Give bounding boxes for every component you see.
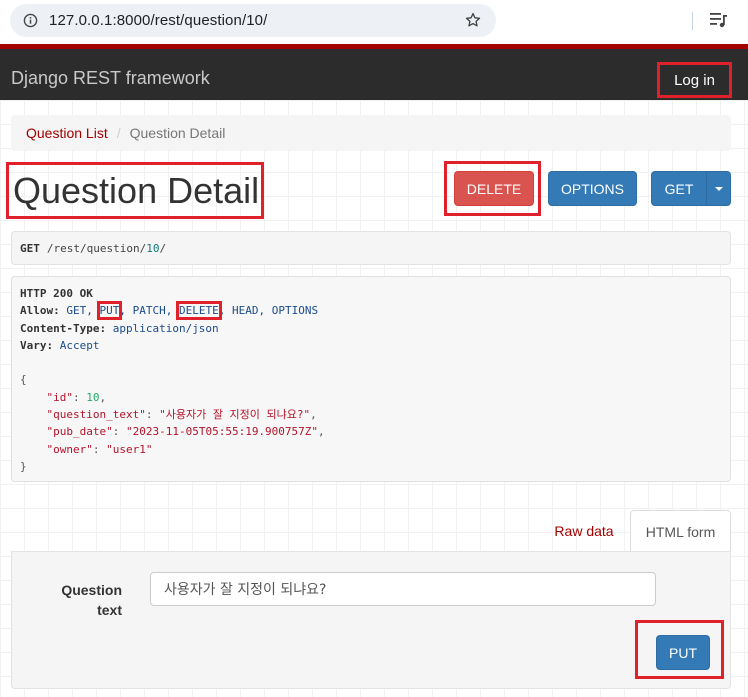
response-info: HTTP 200 OK Allow: GET, PUT, PATCH, DELE… bbox=[11, 276, 731, 482]
tab-raw-data[interactable]: Raw data bbox=[540, 511, 628, 551]
delete-highlight: DELETE bbox=[444, 161, 541, 216]
json-question-text-value: "사용자가 잘 지정이 되냐요?" bbox=[159, 408, 311, 422]
toolbar-divider bbox=[692, 12, 693, 30]
allow-get: GET bbox=[66, 304, 87, 318]
allow-put: PUT bbox=[96, 301, 123, 321]
login-link[interactable]: Log in bbox=[657, 62, 732, 98]
delete-button[interactable]: DELETE bbox=[454, 171, 534, 206]
address-bar[interactable]: 127.0.0.1:8000/rest/question/10/ bbox=[10, 4, 496, 37]
request-path: /rest/question/ bbox=[46, 241, 147, 255]
brand-title[interactable]: Django REST framework bbox=[11, 68, 210, 89]
breadcrumb-question-list[interactable]: Question List bbox=[26, 125, 108, 141]
allow-options: OPTIONS bbox=[271, 304, 319, 318]
allow-delete: DELETE bbox=[176, 301, 222, 321]
vary-value: Accept bbox=[59, 338, 100, 352]
options-button[interactable]: OPTIONS bbox=[548, 171, 637, 206]
allow-patch: PATCH bbox=[132, 304, 166, 318]
question-text-input[interactable]: 사용자가 잘 지정이 되냐요? bbox=[150, 572, 656, 606]
html-form-panel: Question text 사용자가 잘 지정이 되냐요? PUT bbox=[11, 551, 731, 689]
url-text[interactable]: 127.0.0.1:8000/rest/question/10/ bbox=[49, 12, 267, 29]
vary-label: Vary: bbox=[20, 338, 54, 352]
request-method: GET bbox=[20, 241, 40, 255]
page-title-container: Question Detail bbox=[6, 162, 264, 219]
put-highlight: PUT bbox=[635, 620, 724, 679]
request-id: 10 bbox=[146, 241, 160, 255]
media-queue-icon[interactable] bbox=[710, 12, 728, 28]
question-text-label: Question text bbox=[61, 582, 122, 618]
breadcrumb-separator: / bbox=[116, 125, 121, 141]
main-content: Question List / Question Detail Question… bbox=[0, 100, 748, 697]
browser-toolbar: 127.0.0.1:8000/rest/question/10/ bbox=[0, 0, 748, 44]
site-info-icon[interactable] bbox=[23, 13, 38, 28]
request-info: GET /rest/question/10/ bbox=[11, 231, 731, 265]
json-pub-date-value: "2023-11-05T05:55:19.900757Z" bbox=[125, 425, 319, 439]
json-owner-value: "user1" bbox=[106, 442, 153, 456]
request-trailing-slash: / bbox=[159, 241, 167, 255]
breadcrumb-question-detail: Question Detail bbox=[129, 125, 226, 141]
put-button[interactable]: PUT bbox=[656, 635, 710, 670]
page-title: Question Detail bbox=[13, 169, 260, 211]
tab-html-form[interactable]: HTML form bbox=[630, 510, 731, 552]
bookmark-star-icon[interactable] bbox=[464, 11, 482, 29]
get-format-dropdown[interactable] bbox=[706, 171, 731, 206]
get-button[interactable]: GET bbox=[651, 171, 707, 206]
status-line: HTTP 200 OK bbox=[20, 287, 93, 300]
breadcrumb: Question List / Question Detail bbox=[11, 115, 731, 151]
content-type-value: application/json bbox=[112, 321, 219, 335]
json-id-value: 10 bbox=[86, 390, 100, 404]
allow-head: HEAD bbox=[232, 304, 259, 318]
caret-down-icon bbox=[714, 186, 723, 191]
allow-label: Allow: bbox=[20, 304, 60, 318]
content-type-label: Content-Type: bbox=[20, 321, 107, 335]
top-navbar: Django REST framework Log in bbox=[0, 44, 748, 100]
